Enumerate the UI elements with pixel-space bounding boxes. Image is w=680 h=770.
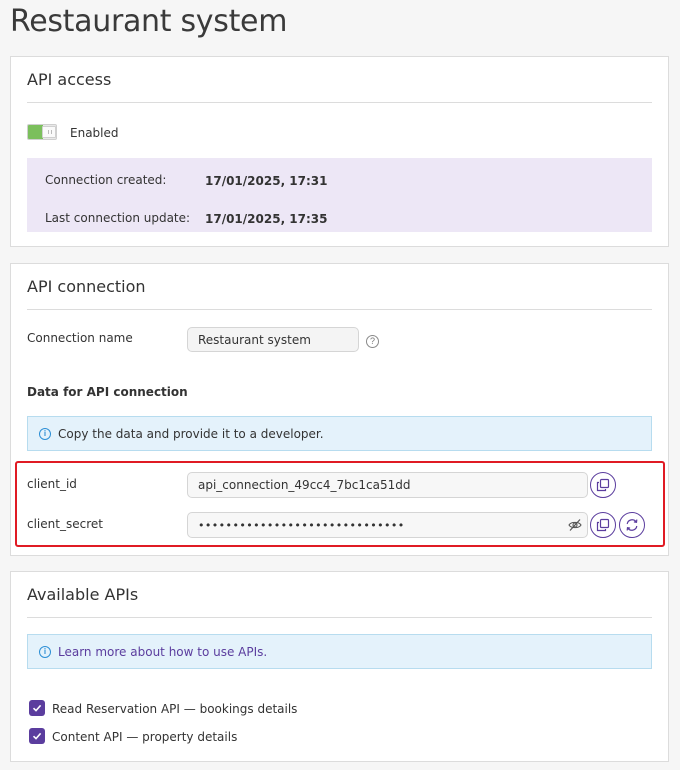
api-access-title: API access	[27, 70, 112, 89]
connection-created-label: Connection created:	[45, 173, 167, 187]
enabled-label: Enabled	[70, 126, 119, 140]
divider	[27, 102, 652, 103]
info-icon: i	[39, 646, 51, 658]
api-connection-title: API connection	[27, 277, 146, 296]
learn-more-notice: i Learn more about how to use APIs.	[27, 634, 652, 669]
check-icon	[32, 732, 42, 740]
last-update-label: Last connection update:	[45, 211, 191, 225]
connection-name-value: Restaurant system	[198, 332, 311, 347]
content-api-label: Content API — property details	[52, 730, 238, 744]
available-apis-card: Available APIs i Learn more about how to…	[10, 571, 669, 762]
connection-name-label: Connection name	[27, 331, 133, 345]
check-icon	[32, 704, 42, 712]
read-reservation-api-checkbox[interactable]	[29, 700, 45, 716]
info-icon: i	[39, 428, 51, 440]
copy-data-notice: i Copy the data and provide it to a deve…	[27, 416, 652, 451]
enabled-toggle[interactable]	[27, 124, 57, 140]
data-for-api-heading: Data for API connection	[27, 385, 188, 399]
credentials-highlight	[15, 461, 665, 547]
connection-name-input[interactable]: Restaurant system	[187, 327, 359, 352]
last-update-value: 17/01/2025, 17:35	[205, 212, 328, 226]
divider	[27, 309, 652, 310]
learn-more-link[interactable]: Learn more about how to use APIs.	[58, 645, 267, 659]
toggle-knob	[42, 126, 56, 138]
toggle-fill	[28, 125, 43, 139]
connection-info-panel: Connection created: 17/01/2025, 17:31 La…	[27, 158, 652, 232]
divider	[27, 617, 652, 618]
question-circle-icon[interactable]: ?	[366, 335, 379, 348]
page-title: Restaurant system	[10, 4, 288, 39]
connection-created-value: 17/01/2025, 17:31	[205, 174, 328, 188]
content-api-checkbox[interactable]	[29, 728, 45, 744]
api-access-card: API access Enabled Connection created: 1…	[10, 56, 669, 247]
read-reservation-api-label: Read Reservation API — bookings details	[52, 702, 298, 716]
copy-data-notice-text: Copy the data and provide it to a develo…	[58, 426, 324, 441]
available-apis-title: Available APIs	[27, 585, 139, 604]
